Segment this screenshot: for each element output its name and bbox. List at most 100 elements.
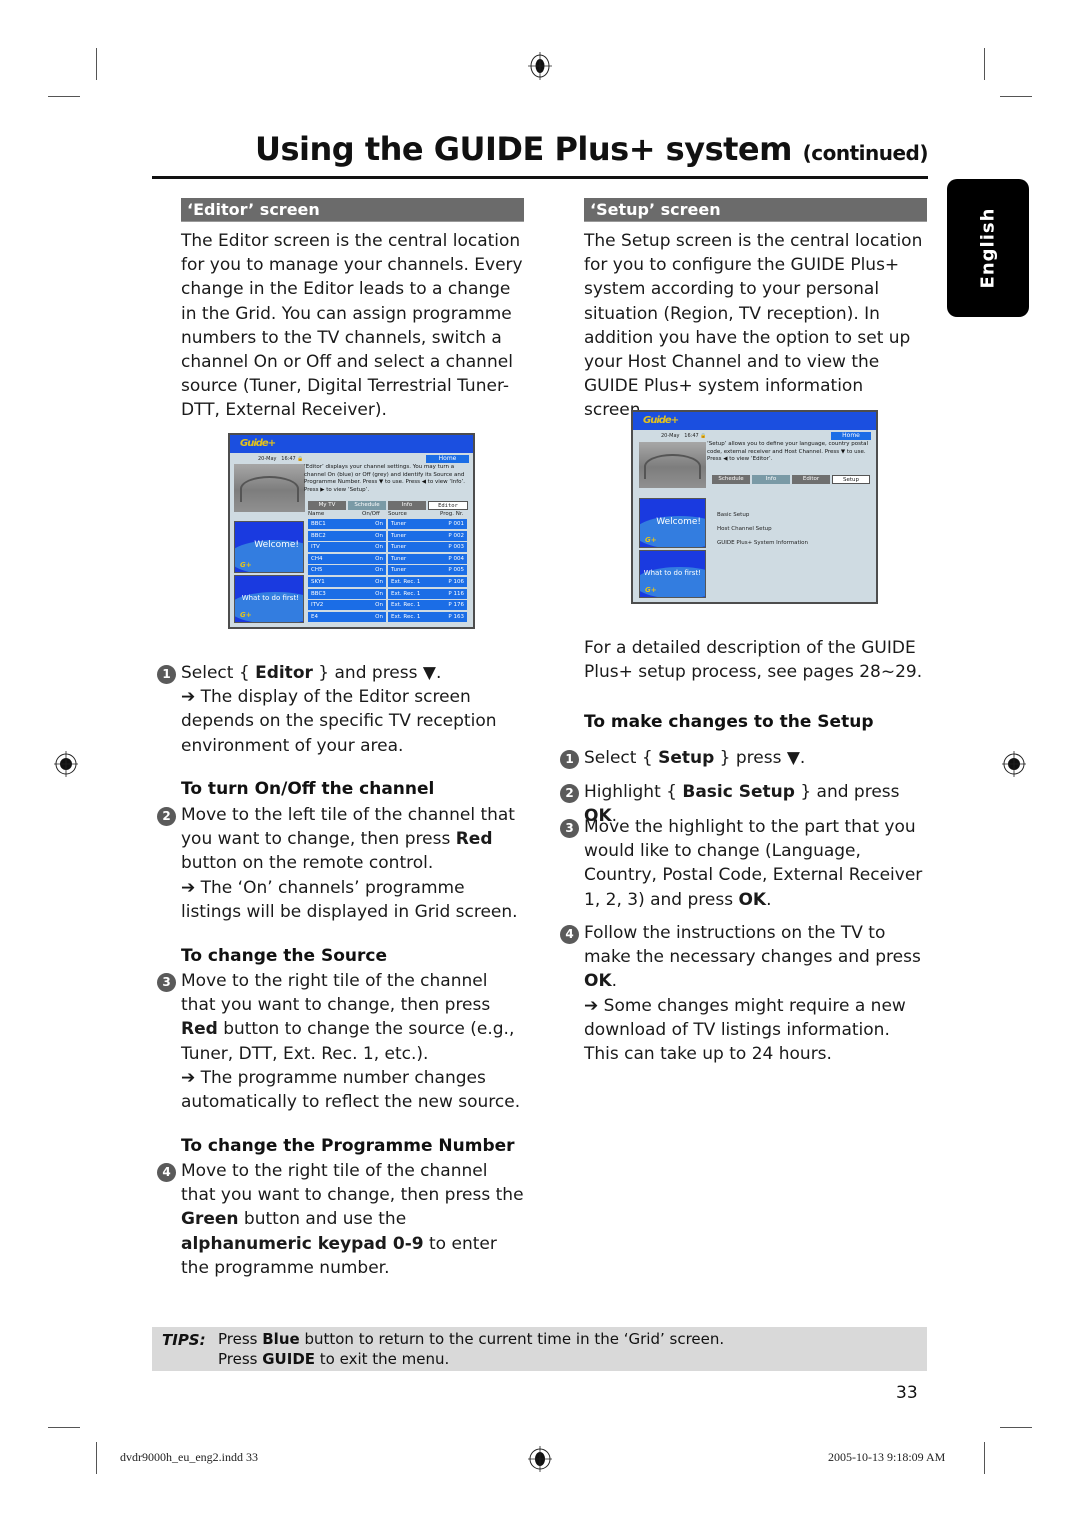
step-number-3: 3 bbox=[157, 973, 176, 992]
step-number-4: 4 bbox=[157, 1163, 176, 1182]
step-number-1: 1 bbox=[157, 665, 176, 684]
editor-step-4: Move to the right tile of the channel th… bbox=[181, 1161, 524, 1278]
setup-step-1: Select { Setup } press ▼. bbox=[584, 748, 806, 768]
editor-step-3-result: ➔ The programme number changes automatic… bbox=[181, 1067, 521, 1113]
tv-channel-name: SKY1 bbox=[311, 579, 325, 585]
tv-channel-left-tile: SKY1 On bbox=[308, 577, 386, 587]
tv-tab-editor: Editor bbox=[428, 501, 468, 510]
tv-channel-name: ITV bbox=[311, 544, 320, 551]
tv-channel-name: ITV2 bbox=[311, 602, 324, 609]
tv-channel-prog: P 003 bbox=[448, 544, 464, 551]
tv-channel-source: Ext. Rec. 1 bbox=[391, 579, 421, 585]
tv-channel-right-tile: Tuner P 005 bbox=[388, 565, 467, 576]
editor-intro: The Editor screen is the central locatio… bbox=[181, 231, 523, 421]
step-number-3: 3 bbox=[560, 819, 579, 838]
crop-mark bbox=[984, 1442, 985, 1474]
tv-channel-left-tile: ITV On bbox=[308, 542, 386, 553]
tv-channel-row: SKY1 On Ext. Rec. 1 P 106 bbox=[308, 577, 467, 587]
tv-col-onoff: On/Off bbox=[362, 511, 380, 517]
registration-mark-icon bbox=[1002, 751, 1026, 777]
title-rule bbox=[152, 176, 928, 179]
tv-col-source: Source bbox=[388, 511, 407, 517]
crop-mark bbox=[984, 48, 985, 80]
tv-col-prog: Prog. Nr. bbox=[440, 511, 464, 517]
language-tab: English bbox=[947, 179, 1029, 317]
tv-channel-source: Tuner bbox=[391, 532, 407, 539]
page-title-text: Using the GUIDE Plus+ system bbox=[255, 130, 792, 168]
tv-channel-state: On bbox=[375, 567, 383, 574]
tv-tab-schedule: Schedule bbox=[712, 475, 750, 484]
tv-channel-right-tile: Ext. Rec. 1 P 163 bbox=[388, 611, 467, 622]
editor-section-bar: ‘Editor’ screen bbox=[181, 198, 524, 222]
tv-channel-state: On bbox=[375, 532, 383, 539]
footer-file-slug: dvdr9000h_eu_eng2.indd 33 bbox=[120, 1450, 258, 1464]
tv-channel-right-tile: Tuner P 004 bbox=[388, 553, 467, 564]
tv-preview-image bbox=[639, 442, 706, 488]
setup-intro: The Setup screen is the central location… bbox=[584, 231, 923, 421]
tv-channel-row: CH4 On Tuner P 004 bbox=[308, 553, 467, 564]
tv-channel-prog: P 004 bbox=[448, 555, 464, 562]
setup-step-4-result: ➔ Some changes might require a new downl… bbox=[584, 995, 906, 1065]
step-number-4: 4 bbox=[560, 925, 579, 944]
editor-tv-screenshot: Guide+ 20-May 16:47 🔒 Home ‘Editor’ disp… bbox=[228, 433, 475, 629]
language-tab-label: English bbox=[977, 207, 999, 289]
tv-channel-row: CH5 On Tuner P 005 bbox=[308, 565, 467, 576]
tv-channel-prog: P 001 bbox=[448, 521, 464, 527]
tv-channel-right-tile: Tuner P 001 bbox=[388, 519, 467, 529]
tv-channel-right-tile: Tuner P 003 bbox=[388, 542, 467, 553]
crop-mark bbox=[48, 96, 80, 97]
tv-channel-row: ITV On Tuner P 003 bbox=[308, 542, 467, 553]
registration-mark-icon bbox=[528, 52, 552, 80]
tv-channel-name: E4 bbox=[311, 613, 318, 620]
tv-tab-bar: Schedule Info Editor Setup bbox=[712, 475, 870, 484]
tips-line-2: Press GUIDE to exit the menu. bbox=[218, 1350, 450, 1368]
tv-welcome-tile: Welcome! G+ bbox=[639, 498, 706, 548]
editor-section-title: ‘Editor’ screen bbox=[187, 200, 320, 219]
subheading-make-changes-setup: To make changes to the Setup bbox=[584, 712, 874, 732]
tv-channel-source: Tuner bbox=[391, 567, 407, 574]
tips-box: TIPS: Press Blue button to return to the… bbox=[152, 1327, 927, 1371]
tips-line-1: Press Blue button to return to the curre… bbox=[218, 1330, 725, 1348]
editor-step-1-result: ➔ The display of the Editor screen depen… bbox=[181, 687, 497, 756]
tv-channel-name: CH5 bbox=[311, 567, 323, 574]
page-title: Using the GUIDE Plus+ system (continued) bbox=[255, 130, 929, 168]
setup-step-3: Move the highlight to the part that you … bbox=[584, 817, 923, 910]
subheading-change-source: To change the Source bbox=[181, 946, 388, 966]
page-title-continued: (continued) bbox=[802, 141, 929, 165]
tv-channel-state: On bbox=[375, 613, 383, 620]
crop-mark bbox=[1000, 1427, 1032, 1428]
crop-mark bbox=[96, 48, 97, 80]
editor-step-1: Select { Editor } and press ▼. ➔ The dis… bbox=[181, 663, 497, 756]
tv-channel-prog: P 176 bbox=[448, 602, 464, 609]
tv-channel-left-tile: E4 On bbox=[308, 611, 386, 622]
tv-channel-right-tile: Ext. Rec. 1 P 116 bbox=[388, 588, 467, 599]
tv-channel-prog: P 163 bbox=[448, 613, 464, 620]
tv-channel-row: BBC3 On Ext. Rec. 1 P 116 bbox=[308, 588, 467, 599]
tv-channel-right-tile: Ext. Rec. 1 P 176 bbox=[388, 600, 467, 611]
setup-section-bar: ‘Setup’ screen bbox=[584, 198, 927, 222]
footer-timestamp: 2005-10-13 9:18:09 AM bbox=[828, 1450, 946, 1464]
tv-preview-image bbox=[234, 464, 305, 512]
tv-channel-name: BBC2 bbox=[311, 532, 326, 539]
tv-channel-left-tile: BBC1 On bbox=[308, 519, 386, 529]
tv-channel-left-tile: BBC3 On bbox=[308, 588, 386, 599]
tv-date: 20-May 16:47 🔒 bbox=[661, 433, 707, 439]
setup-tv-screenshot: Guide+ 20-May 16:47 🔒 Home ‘Setup’ allow… bbox=[631, 410, 878, 604]
tv-channel-prog: P 106 bbox=[448, 579, 464, 585]
tv-tab-mytv: My TV bbox=[308, 501, 346, 510]
tv-channel-name: BBC3 bbox=[311, 590, 326, 597]
editor-step-2-result: ➔ The ‘On’ channels’ programme listings … bbox=[181, 877, 518, 922]
tv-tab-editor: Editor bbox=[792, 475, 830, 484]
guide-plus-logo: Guide+ bbox=[643, 415, 679, 426]
tv-tab-bar: My TV Schedule Info Editor bbox=[308, 501, 468, 510]
tv-channel-left-tile: CH5 On bbox=[308, 565, 386, 576]
tv-menu-host-channel: Host Channel Setup bbox=[717, 526, 772, 532]
tv-first-tile: What to do first! G+ bbox=[234, 575, 304, 623]
setup-section-title: ‘Setup’ screen bbox=[590, 200, 721, 219]
tv-header-bar: Guide+ bbox=[633, 412, 876, 430]
tv-channel-prog: P 005 bbox=[448, 567, 464, 574]
tv-welcome-tile: Welcome! G+ bbox=[234, 521, 304, 573]
tv-home-button: Home bbox=[831, 432, 871, 440]
subheading-turn-on-off: To turn On/Off the channel bbox=[181, 779, 435, 799]
tv-date: 20-May 16:47 🔒 bbox=[258, 456, 304, 462]
